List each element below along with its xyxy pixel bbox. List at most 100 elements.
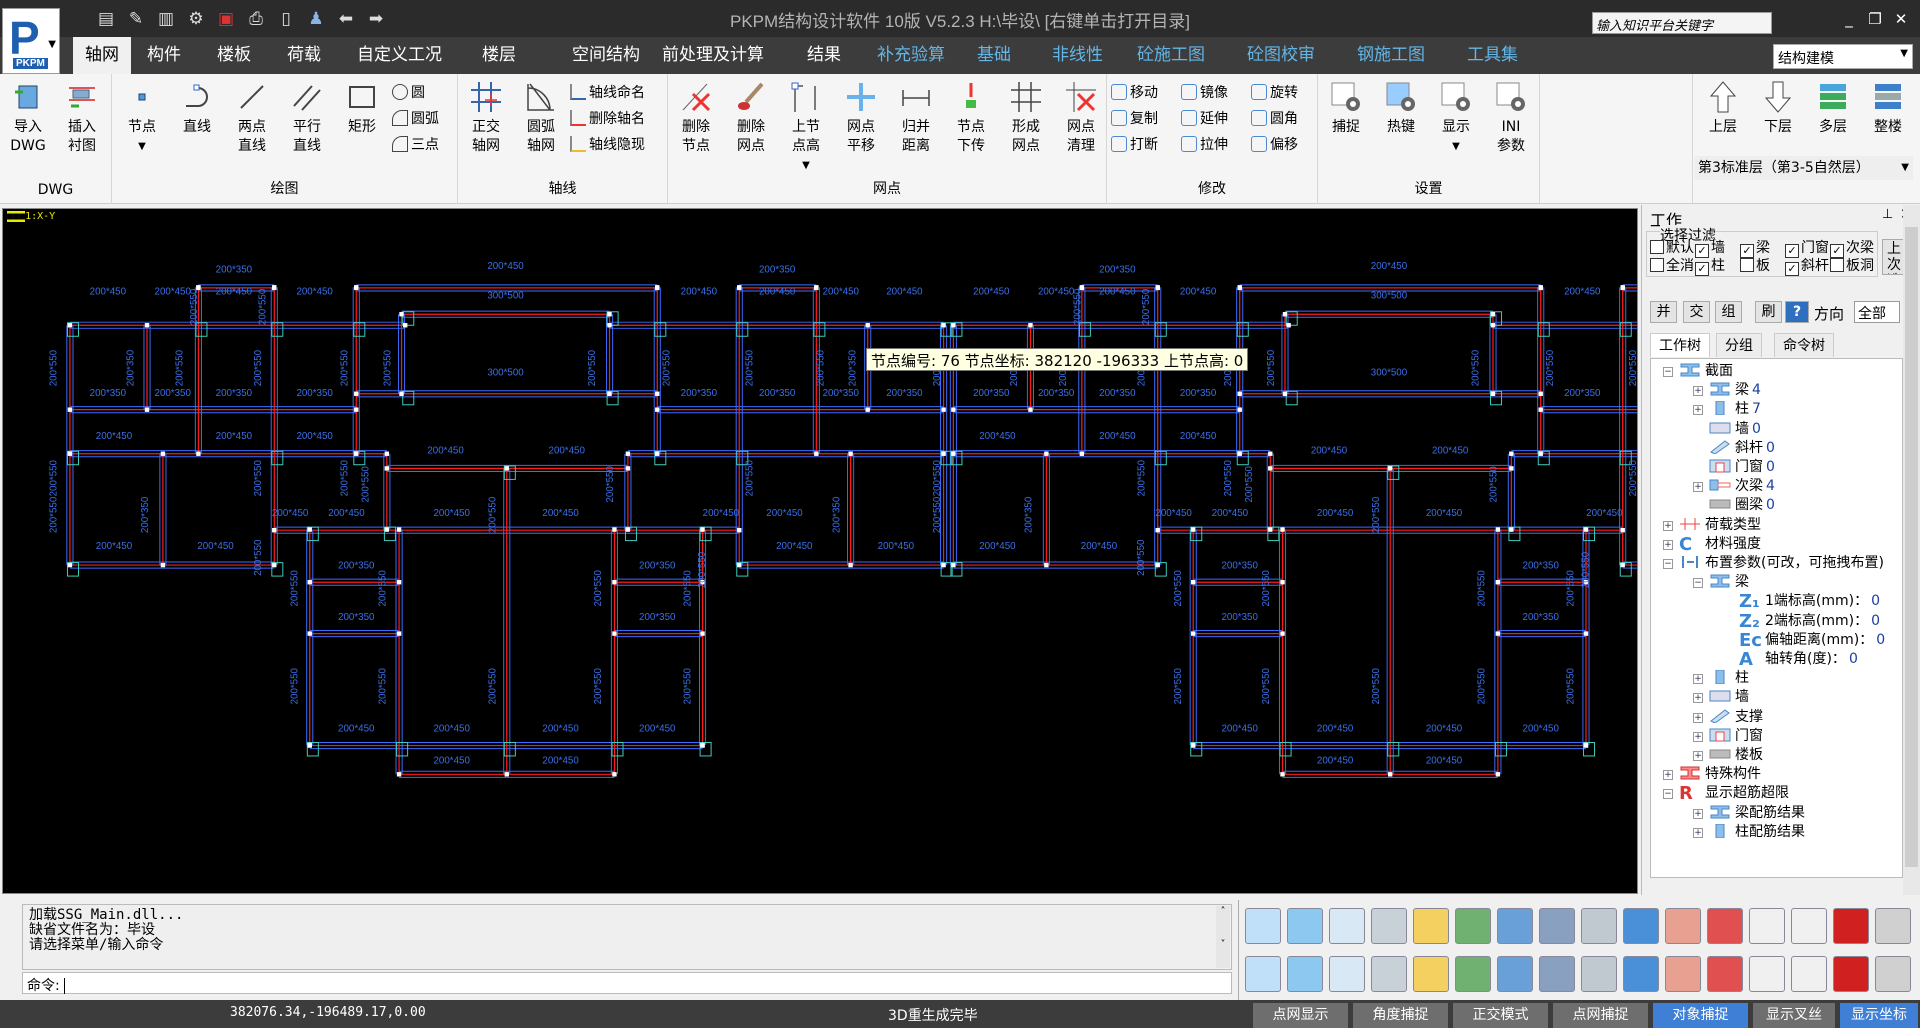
- snap-button[interactable]: 捕捉: [1320, 80, 1372, 137]
- grid-node[interactable]: [1538, 391, 1543, 396]
- grid-node[interactable]: [848, 451, 853, 456]
- tree-item[interactable]: Ec 偏轴距离(mm)： 0: [1739, 631, 1885, 650]
- tree-item[interactable]: A 轴转角(度)： 0: [1739, 650, 1858, 669]
- grid-node[interactable]: [941, 451, 946, 456]
- list-icon[interactable]: [1875, 956, 1911, 992]
- command-input[interactable]: [63, 978, 65, 994]
- offset-button[interactable]: 偏移: [1251, 134, 1298, 156]
- filter-默认[interactable]: 默认: [1650, 237, 1694, 257]
- zoom-window-icon[interactable]: [1413, 956, 1449, 992]
- view-front-icon[interactable]: [1287, 908, 1323, 944]
- axis-visibility-button[interactable]: 轴线隐现: [570, 134, 645, 156]
- op-交-button[interactable]: 交: [1683, 301, 1710, 323]
- node-pass-down-button[interactable]: 节点 下传: [945, 80, 997, 156]
- move-grid-button[interactable]: 网点 平移: [835, 80, 887, 156]
- tab-荷载[interactable]: 荷载: [275, 37, 333, 74]
- grid-node[interactable]: [848, 562, 853, 568]
- ruler-icon[interactable]: [1875, 908, 1911, 944]
- view-side-icon[interactable]: [1329, 908, 1365, 944]
- tree-item[interactable]: + C 材料强度: [1663, 535, 1761, 554]
- tab-非线性[interactable]: 非线性: [1040, 37, 1115, 74]
- grid-node[interactable]: [1190, 631, 1196, 636]
- status-toggle-对象捕捉[interactable]: 对象捕捉: [1653, 1003, 1748, 1028]
- grid-node[interactable]: [1495, 772, 1501, 777]
- grid-node[interactable]: [700, 527, 705, 532]
- close-button[interactable]: ✕: [1890, 10, 1912, 28]
- grid-node[interactable]: [1620, 562, 1625, 568]
- grid-node[interactable]: [160, 451, 166, 456]
- grid-node[interactable]: [272, 562, 277, 568]
- tab-结果[interactable]: 结果: [795, 37, 853, 74]
- tree-item[interactable]: 斜杆 0: [1709, 439, 1775, 458]
- delete-grid-button[interactable]: 删除 网点: [725, 80, 777, 156]
- tree-item[interactable]: + 梁配筋结果: [1693, 804, 1805, 823]
- command-input-row[interactable]: 命令:: [22, 972, 1232, 994]
- user-icon[interactable]: ♟: [305, 8, 327, 30]
- expand-icon[interactable]: +: [1663, 770, 1673, 781]
- grid-node[interactable]: [504, 466, 509, 471]
- node-button[interactable]: 节点 ▼: [116, 80, 168, 156]
- parallel-line-button[interactable]: 平行 直线: [281, 80, 333, 156]
- display-button[interactable]: 显示 ▼: [1430, 80, 1482, 156]
- status-toggle-显示叉丝[interactable]: 显示叉丝: [1753, 1003, 1835, 1028]
- layer-icon[interactable]: [1665, 908, 1701, 944]
- grid-node[interactable]: [941, 562, 946, 568]
- grid-node[interactable]: [700, 631, 705, 636]
- grid-node[interactable]: [160, 562, 166, 568]
- collapse-icon[interactable]: −: [1663, 367, 1673, 377]
- grid-node[interactable]: [1495, 631, 1501, 636]
- grid-node[interactable]: [1388, 772, 1393, 777]
- grid-node[interactable]: [655, 285, 660, 290]
- move-button[interactable]: 移动: [1111, 82, 1158, 104]
- expand-icon[interactable]: +: [1693, 712, 1703, 723]
- model-icon[interactable]: [1707, 956, 1743, 992]
- grid-node[interactable]: [655, 391, 660, 396]
- tree-item[interactable]: Z₁ 1端标高(mm)： 0: [1739, 592, 1880, 611]
- query-icon[interactable]: [1665, 956, 1701, 992]
- grid-node[interactable]: [814, 451, 819, 456]
- tab-命令树[interactable]: 命令树: [1774, 333, 1834, 357]
- grid-node[interactable]: [625, 451, 631, 456]
- status-toggle-正交模式[interactable]: 正交模式: [1453, 1003, 1548, 1028]
- grid-node[interactable]: [402, 323, 408, 328]
- form-grid-button[interactable]: 形成 网点: [1000, 80, 1052, 156]
- grid-node[interactable]: [67, 562, 73, 568]
- delete-view-icon[interactable]: [1329, 956, 1365, 992]
- grid-node[interactable]: [354, 451, 359, 456]
- grid-node[interactable]: [607, 323, 612, 328]
- grid-node[interactable]: [1155, 527, 1160, 533]
- zoom-fit-icon[interactable]: [1623, 908, 1659, 944]
- break-button[interactable]: 打断: [1111, 134, 1158, 156]
- section-icon[interactable]: [1833, 956, 1869, 992]
- grid-node[interactable]: [607, 312, 612, 317]
- checkbox[interactable]: ✓: [1695, 262, 1709, 276]
- grid-node[interactable]: [1280, 527, 1285, 532]
- mirror-button[interactable]: 镜像: [1181, 82, 1228, 104]
- extend-button[interactable]: 延伸: [1181, 108, 1228, 130]
- panel-scrollbar[interactable]: [1903, 205, 1920, 895]
- grid-node[interactable]: [67, 407, 73, 412]
- grid-node[interactable]: [354, 407, 359, 412]
- checkbox[interactable]: [1830, 258, 1844, 272]
- tab-钢施工图[interactable]: 钢施工图: [1345, 37, 1437, 74]
- delete-axis-name-button[interactable]: 删除轴名: [570, 108, 645, 130]
- grid-node[interactable]: [655, 451, 660, 456]
- font-smaller-icon[interactable]: [1791, 908, 1827, 944]
- building-icon[interactable]: [1791, 956, 1827, 992]
- three-point-arc-button[interactable]: 三点: [392, 134, 439, 156]
- tree-item[interactable]: − R 显示超筋超限: [1663, 784, 1789, 803]
- op-刷-button[interactable]: 刷: [1755, 301, 1782, 323]
- line-button[interactable]: 直线: [171, 80, 223, 137]
- font-larger-icon[interactable]: [1749, 908, 1785, 944]
- grid-node[interactable]: [1282, 312, 1288, 317]
- grid-node[interactable]: [1280, 579, 1285, 585]
- grid-node[interactable]: [399, 391, 404, 396]
- grid-node[interactable]: [67, 323, 73, 328]
- grid-node[interactable]: [655, 407, 660, 412]
- dwg-export-icon[interactable]: [1833, 908, 1869, 944]
- grid-node[interactable]: [1190, 579, 1196, 585]
- op-并-button[interactable]: 并: [1650, 301, 1677, 323]
- grid-node[interactable]: [1538, 451, 1543, 456]
- checkbox[interactable]: [1650, 240, 1664, 254]
- tab-砼施工图[interactable]: 砼施工图: [1125, 37, 1217, 74]
